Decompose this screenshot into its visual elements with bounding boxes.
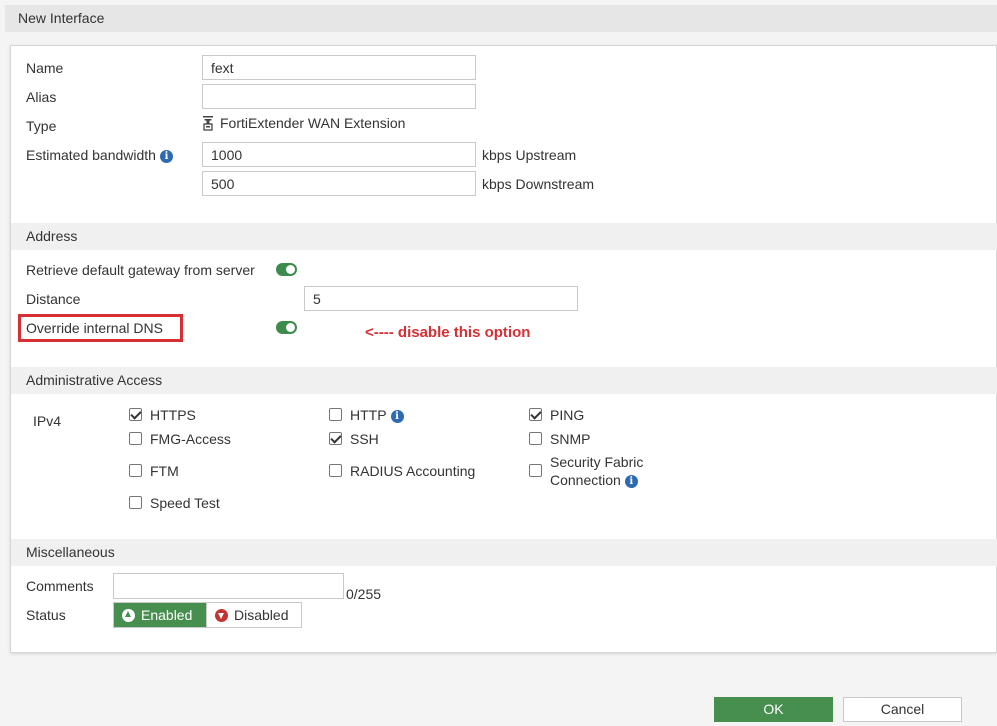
- https-label: HTTPS: [150, 407, 196, 423]
- status-enabled-label: Enabled: [141, 607, 193, 623]
- arrow-down-circle-icon: [215, 608, 228, 622]
- distance-input[interactable]: [304, 286, 578, 311]
- status-toggle-group: Enabled Disabled: [113, 602, 302, 628]
- ping-checkbox[interactable]: [529, 408, 542, 421]
- alias-label: Alias: [26, 89, 57, 105]
- upstream-unit: kbps Upstream: [482, 147, 577, 163]
- distance-label: Distance: [26, 291, 81, 307]
- downstream-bandwidth-input[interactable]: [202, 171, 476, 196]
- speed-test-checkbox[interactable]: [129, 496, 142, 509]
- http-checkbox[interactable]: [329, 408, 342, 421]
- ok-button[interactable]: OK: [714, 697, 833, 722]
- interface-form-panel: Name Alias Type FortiExtender WAN Extens…: [10, 45, 997, 653]
- bandwidth-label-text: Estimated bandwidth: [26, 147, 156, 163]
- bandwidth-label: Estimated bandwidth i: [26, 146, 173, 164]
- security-fabric-label: Security Fabric: [550, 454, 644, 470]
- comments-label: Comments: [26, 578, 94, 594]
- info-icon[interactable]: i: [390, 410, 404, 423]
- status-enabled-button[interactable]: Enabled: [114, 603, 206, 627]
- cancel-button[interactable]: Cancel: [843, 697, 962, 722]
- address-section-header: Address: [11, 223, 997, 250]
- security-fabric-label-line2-text: Connection: [550, 472, 621, 488]
- misc-section-header: Miscellaneous: [11, 539, 997, 566]
- info-icon[interactable]: i: [159, 150, 173, 163]
- type-value: FortiExtender WAN Extension: [202, 114, 405, 132]
- dialog-title: New Interface: [5, 5, 997, 32]
- name-label: Name: [26, 60, 64, 76]
- status-disabled-button[interactable]: Disabled: [206, 603, 301, 627]
- downstream-unit: kbps Downstream: [482, 176, 595, 192]
- disable-annotation: <---- disable this option: [365, 324, 531, 341]
- ping-label: PING: [550, 407, 585, 423]
- type-label: Type: [26, 118, 57, 134]
- comments-textarea[interactable]: [113, 573, 344, 599]
- https-checkbox[interactable]: [129, 408, 142, 421]
- radius-accounting-label: RADIUS Accounting: [350, 463, 476, 479]
- ssh-label: SSH: [350, 431, 379, 447]
- ftm-checkbox[interactable]: [129, 464, 142, 477]
- alias-input[interactable]: [202, 84, 476, 109]
- snmp-label: SNMP: [550, 431, 591, 447]
- arrow-up-circle-icon: [122, 608, 135, 622]
- fmg-access-checkbox[interactable]: [129, 432, 142, 445]
- fortiextender-icon: [203, 116, 213, 131]
- status-disabled-label: Disabled: [234, 607, 289, 623]
- fmg-access-label: FMG-Access: [150, 431, 231, 447]
- ftm-label: FTM: [150, 463, 179, 479]
- radius-accounting-checkbox[interactable]: [329, 464, 342, 477]
- security-fabric-label-line2: Connection i: [550, 471, 638, 489]
- info-icon[interactable]: i: [624, 475, 638, 488]
- retrieve-gateway-label: Retrieve default gateway from server: [26, 262, 255, 278]
- speed-test-label: Speed Test: [150, 495, 220, 511]
- override-dns-label: Override internal DNS: [26, 320, 163, 336]
- admin-access-section-header: Administrative Access: [11, 367, 997, 394]
- ipv4-label: IPv4: [33, 413, 62, 429]
- http-label: HTTP: [350, 407, 387, 423]
- snmp-checkbox[interactable]: [529, 432, 542, 445]
- security-fabric-checkbox[interactable]: [529, 464, 542, 477]
- comments-counter: 0/255: [346, 586, 382, 602]
- override-dns-toggle[interactable]: [276, 321, 297, 334]
- status-label: Status: [26, 607, 66, 623]
- type-value-text: FortiExtender WAN Extension: [220, 115, 406, 131]
- retrieve-gateway-toggle[interactable]: [276, 263, 297, 276]
- ssh-checkbox[interactable]: [329, 432, 342, 445]
- name-input[interactable]: [202, 55, 476, 80]
- upstream-bandwidth-input[interactable]: [202, 142, 476, 167]
- http-label-group: HTTP i: [350, 406, 404, 424]
